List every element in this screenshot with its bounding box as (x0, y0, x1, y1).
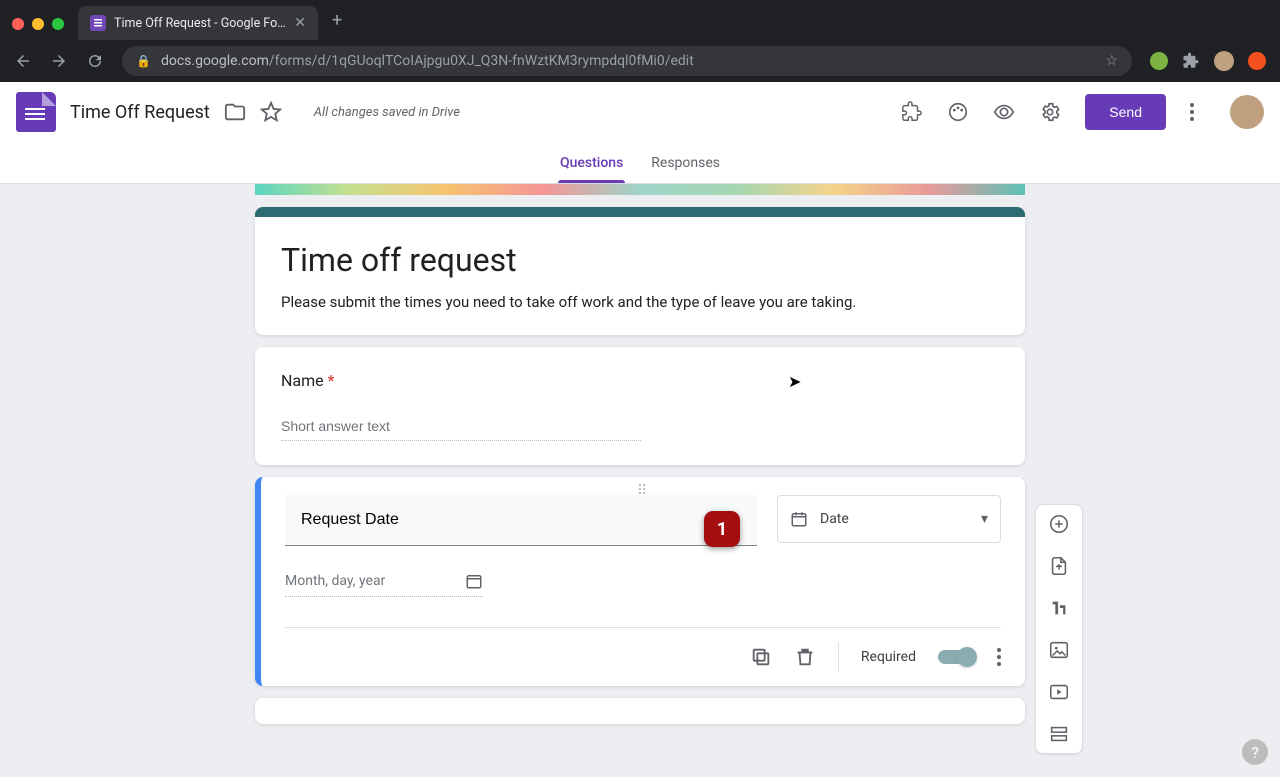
bookmark-star-icon[interactable]: ☆ (1105, 53, 1118, 69)
reload-button[interactable] (86, 52, 104, 70)
form-tabs: Questions Responses (0, 142, 1280, 184)
profile-avatar-small[interactable] (1214, 51, 1234, 71)
extension-1-icon[interactable] (1150, 52, 1168, 70)
addons-icon[interactable] (901, 101, 923, 123)
question-card-request-date[interactable]: ⠿ Date ▾ 1 Month, day, year (255, 477, 1025, 686)
help-button[interactable]: ? (1242, 739, 1268, 765)
move-to-folder-icon[interactable] (224, 101, 246, 123)
url-text: docs.google.com/forms/d/1qGUoqlTCoIAjpgu… (161, 53, 694, 69)
separator (838, 642, 839, 672)
document-title[interactable]: Time Off Request (70, 102, 210, 123)
save-status: All changes saved in Drive (314, 105, 460, 120)
star-icon[interactable] (260, 101, 282, 123)
dropdown-caret-icon: ▾ (981, 511, 988, 527)
add-section-icon[interactable] (1048, 723, 1070, 745)
next-question-card-peek[interactable] (255, 698, 1025, 724)
import-questions-icon[interactable] (1048, 555, 1070, 577)
add-video-icon[interactable] (1048, 681, 1070, 703)
add-question-icon[interactable] (1048, 513, 1070, 535)
form-canvas: Time off request Please submit the times… (0, 184, 1280, 777)
delete-button[interactable] (794, 646, 816, 668)
form-description[interactable]: Please submit the times you need to take… (281, 293, 999, 311)
question-footer: Required (285, 627, 1001, 672)
calendar-picker-icon (465, 572, 483, 590)
required-toggle[interactable] (938, 650, 975, 664)
address-bar[interactable]: 🔒 docs.google.com/forms/d/1qGUoqlTCoIAjp… (122, 46, 1132, 76)
tab-close-icon[interactable]: ✕ (294, 15, 306, 31)
form-header-image (255, 184, 1025, 195)
calendar-icon (790, 510, 808, 528)
required-label: Required (861, 649, 916, 665)
minimize-window[interactable] (32, 18, 44, 30)
question-type-selector[interactable]: Date ▾ (777, 495, 1001, 543)
question-name-label: Name* (281, 371, 999, 390)
close-window[interactable] (12, 18, 24, 30)
short-answer-preview (281, 412, 641, 441)
question-more-icon[interactable] (997, 648, 1001, 666)
back-button[interactable] (14, 52, 32, 70)
window-controls (12, 18, 64, 30)
extension-icons (1150, 51, 1266, 71)
form-title-card[interactable]: Time off request Please submit the times… (255, 207, 1025, 335)
browser-chrome: Time Off Request - Google Forms ✕ + 🔒 do… (0, 0, 1280, 82)
form-title[interactable]: Time off request (281, 241, 999, 279)
browser-tab[interactable]: Time Off Request - Google Forms ✕ (78, 6, 318, 40)
forms-favicon (90, 15, 106, 31)
required-asterisk: * (328, 371, 335, 390)
question-card-name[interactable]: Name* (255, 347, 1025, 465)
mouse-cursor: ➤ (788, 372, 801, 391)
account-avatar[interactable] (1230, 95, 1264, 129)
forward-button[interactable] (50, 52, 68, 70)
tab-responses[interactable]: Responses (651, 155, 720, 183)
preview-icon[interactable] (993, 101, 1015, 123)
tab-questions[interactable]: Questions (560, 155, 623, 183)
send-button[interactable]: Send (1085, 94, 1166, 130)
add-image-icon[interactable] (1048, 639, 1070, 661)
drag-handle-icon[interactable]: ⠿ (637, 483, 649, 499)
question-title-input[interactable] (285, 495, 757, 546)
maximize-window[interactable] (52, 18, 64, 30)
annotation-badge-1: 1 (704, 511, 740, 547)
date-answer-preview: Month, day, year (285, 572, 483, 597)
extensions-icon[interactable] (1182, 52, 1200, 70)
forms-logo-icon[interactable] (16, 92, 56, 132)
forms-header: Time Off Request All changes saved in Dr… (0, 82, 1280, 142)
new-tab-button[interactable]: + (332, 10, 342, 31)
tab-title: Time Off Request - Google Forms (114, 16, 286, 31)
tab-bar: Time Off Request - Google Forms ✕ + (0, 0, 1280, 40)
add-title-icon[interactable] (1048, 597, 1070, 619)
duplicate-button[interactable] (750, 646, 772, 668)
customize-theme-icon[interactable] (947, 101, 969, 123)
lock-icon: 🔒 (136, 54, 151, 68)
more-options-icon[interactable] (1190, 103, 1194, 121)
extension-2-icon[interactable] (1248, 52, 1266, 70)
question-toolbar (1035, 504, 1083, 754)
question-type-label: Date (820, 511, 849, 527)
settings-icon[interactable] (1039, 101, 1061, 123)
